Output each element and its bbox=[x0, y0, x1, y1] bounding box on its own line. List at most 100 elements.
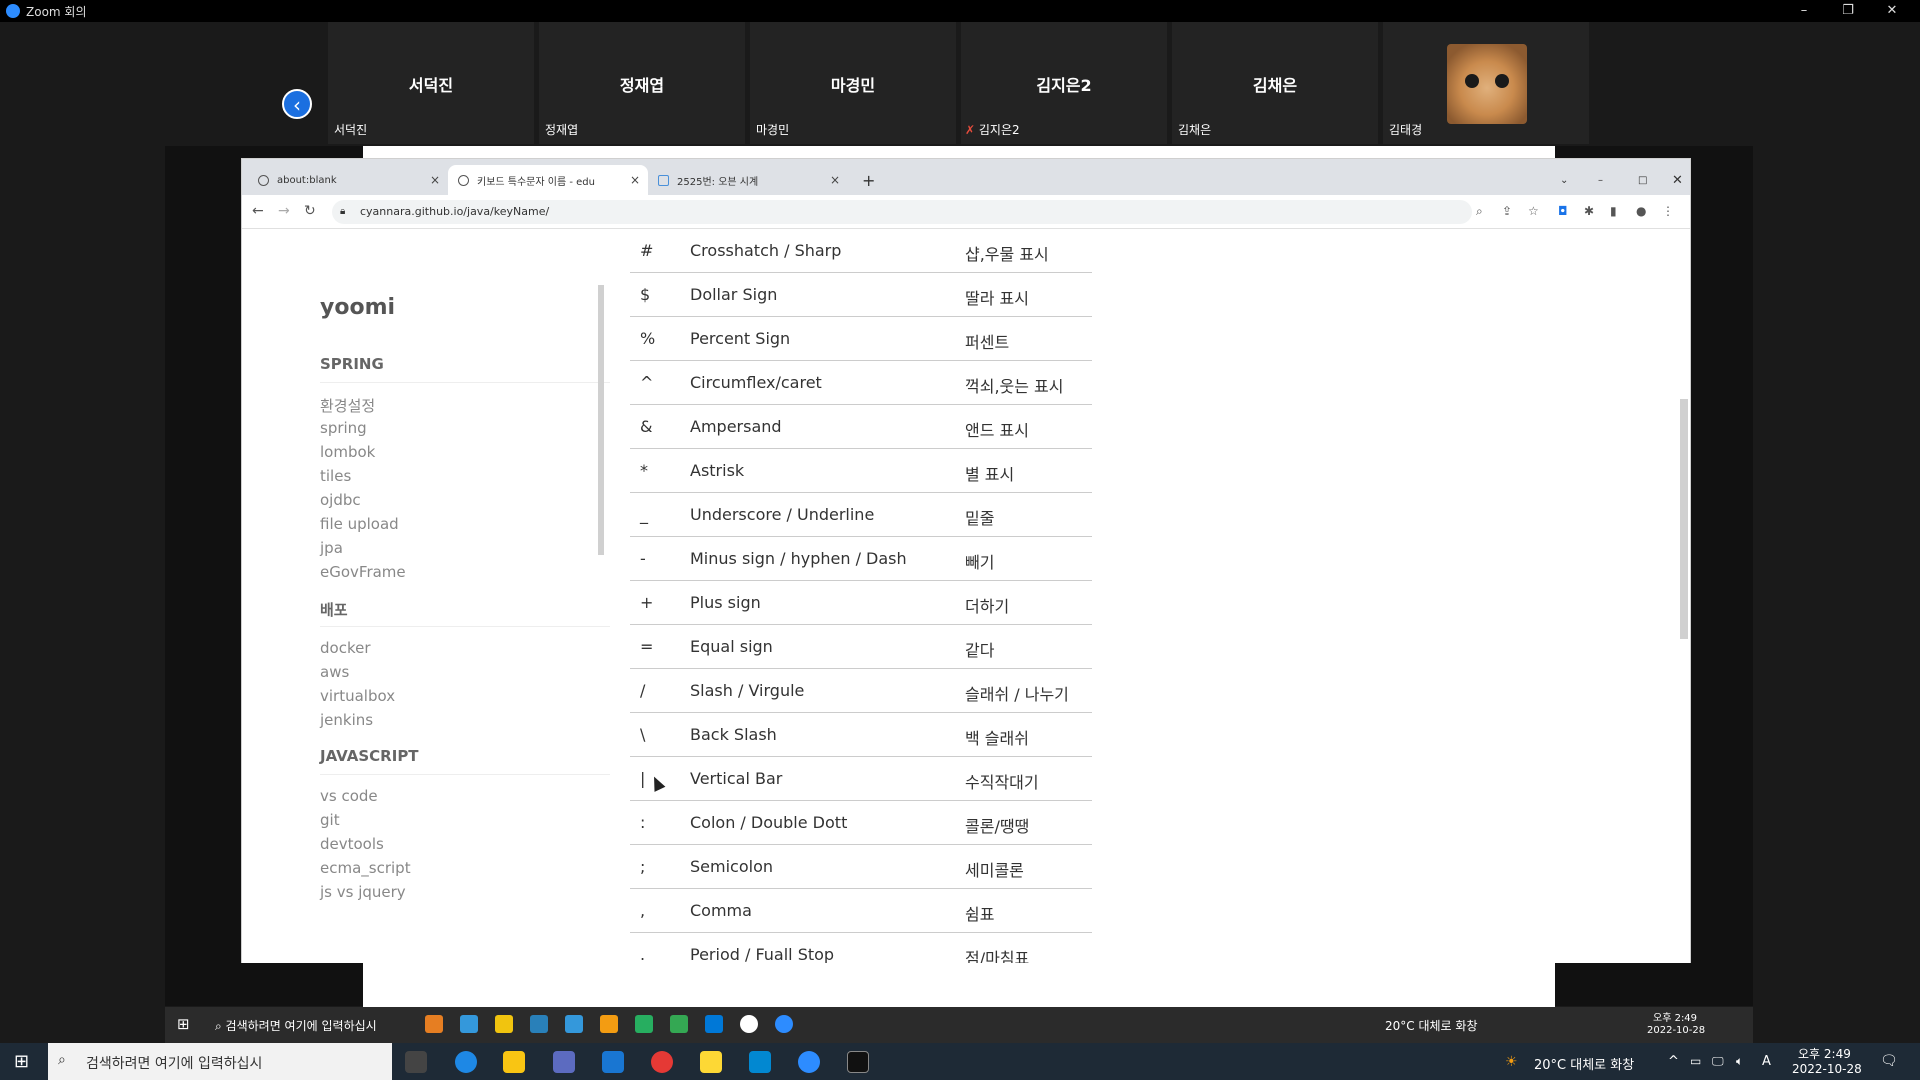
sidebar-scrollbar[interactable] bbox=[596, 275, 606, 915]
sidebar-link[interactable]: git bbox=[320, 811, 340, 829]
vscode-icon[interactable] bbox=[749, 1051, 771, 1073]
share-icon[interactable]: ⇪ bbox=[1502, 204, 1512, 218]
sidebar-link[interactable]: tiles bbox=[320, 467, 351, 485]
sidebar-link[interactable]: docker bbox=[320, 639, 371, 657]
forward-arrow-icon[interactable]: → bbox=[278, 203, 290, 219]
cell-ko: 별 표시 bbox=[965, 465, 1015, 484]
edge-icon[interactable] bbox=[455, 1051, 477, 1073]
store-icon[interactable] bbox=[553, 1051, 575, 1073]
tray-chevron-icon[interactable]: ^ bbox=[1668, 1054, 1679, 1069]
browser-minimize-button[interactable]: – bbox=[1588, 165, 1612, 195]
file-explorer-icon[interactable] bbox=[503, 1051, 525, 1073]
participant-tile[interactable]: 마경민 마경민 bbox=[750, 22, 956, 144]
table-row: = Equal sign 같다 bbox=[630, 625, 1092, 669]
minimize-button[interactable]: – bbox=[1784, 0, 1824, 22]
scroll-thumb[interactable] bbox=[1680, 399, 1688, 639]
scroll-thumb[interactable] bbox=[598, 285, 604, 555]
sidebar-link[interactable]: ecma_script bbox=[320, 859, 411, 877]
participant-tile[interactable]: 김채은 김채은 bbox=[1172, 22, 1378, 144]
close-button[interactable]: ✕ bbox=[1872, 0, 1912, 22]
app-icon bbox=[425, 1015, 443, 1033]
task-view-icon[interactable] bbox=[405, 1051, 427, 1073]
taskbar-search-box[interactable]: ⌕ 검색하려면 여기에 입력하십시 bbox=[48, 1043, 392, 1080]
back-arrow-icon[interactable]: ← bbox=[252, 203, 264, 219]
tab-label: 2525번: 오븐 시계 bbox=[677, 176, 759, 188]
tab-keyname[interactable]: 키보드 특수문자 이름 - edu × bbox=[448, 165, 648, 195]
sidebar-link[interactable]: eGovFrame bbox=[320, 563, 406, 581]
zoom-titlebar: Zoom 회의 – ❐ ✕ bbox=[0, 0, 1920, 22]
cell-en: Minus sign / hyphen / Dash bbox=[690, 549, 907, 568]
extension-icon[interactable]: ◘ bbox=[1558, 204, 1568, 218]
ime-indicator[interactable]: A bbox=[1762, 1054, 1771, 1069]
cell-en: Slash / Virgule bbox=[690, 681, 805, 700]
taskbar-time[interactable]: 오후 2:49 bbox=[1798, 1045, 1851, 1062]
chrome-icon[interactable] bbox=[651, 1051, 673, 1073]
terminal-icon[interactable] bbox=[847, 1051, 869, 1073]
gallery-prev-button[interactable]: ‹ bbox=[282, 89, 312, 119]
participant-tile[interactable]: 김태경 bbox=[1383, 22, 1589, 144]
tray-battery-icon[interactable]: ▭ bbox=[1690, 1054, 1701, 1068]
cell-en: Vertical Bar bbox=[690, 769, 783, 788]
sidebar-link[interactable]: jpa bbox=[320, 539, 343, 557]
restore-button[interactable]: ❐ bbox=[1828, 0, 1868, 22]
taskbar-date[interactable]: 2022-10-28 bbox=[1792, 1062, 1862, 1076]
tray-volume-icon[interactable]: 🔈︎ bbox=[1736, 1054, 1743, 1069]
cell-sym: & bbox=[640, 417, 653, 436]
sidepanel-icon[interactable]: ▮ bbox=[1610, 204, 1617, 218]
reload-icon[interactable]: ↻ bbox=[304, 203, 316, 219]
sidebar-link[interactable]: vs code bbox=[320, 787, 378, 805]
app-icon bbox=[740, 1015, 758, 1033]
tab-close-icon[interactable]: × bbox=[830, 173, 840, 187]
puzzle-icon[interactable]: ✱ bbox=[1584, 204, 1594, 218]
profile-icon[interactable]: ● bbox=[1636, 204, 1646, 218]
tab-close-icon[interactable]: × bbox=[430, 173, 440, 187]
new-tab-button[interactable]: + bbox=[852, 165, 882, 195]
windows-start-button[interactable]: ⊞ bbox=[14, 1051, 29, 1072]
sidebar-link[interactable]: lombok bbox=[320, 443, 375, 461]
tab-search-icon[interactable]: ⌄ bbox=[1550, 165, 1574, 195]
app-icon bbox=[565, 1015, 583, 1033]
participant-label: 김채은 bbox=[1178, 123, 1212, 137]
shared-background bbox=[363, 963, 1555, 1007]
page-content: yoomi SPRING 환경설정 spring lombok tiles oj… bbox=[242, 229, 1690, 963]
sidebar-link[interactable]: 환경설정 bbox=[320, 395, 375, 416]
url-field[interactable]: 🔒︎ cyannara.github.io/java/keyName/ bbox=[332, 200, 1472, 224]
sidebar-link[interactable]: js vs jquery bbox=[320, 883, 406, 901]
notification-icon[interactable]: 🗨︎ bbox=[1880, 1053, 1898, 1069]
tab-close-icon[interactable]: × bbox=[630, 173, 640, 187]
browser-maximize-button[interactable]: □ bbox=[1628, 165, 1652, 195]
participant-name-large: 김채은 bbox=[1252, 76, 1298, 95]
zoom-icon[interactable]: ⌕ bbox=[1476, 204, 1483, 219]
page-scrollbar[interactable] bbox=[1678, 229, 1690, 963]
sidebar-link[interactable]: virtualbox bbox=[320, 687, 395, 705]
shared-search-label: 검색하려면 여기에 입력하십시 bbox=[225, 1019, 377, 1033]
sticky-notes-icon[interactable] bbox=[700, 1051, 722, 1073]
participant-tile[interactable]: 정재엽 정재엽 bbox=[539, 22, 745, 144]
site-brand[interactable]: yoomi bbox=[320, 295, 395, 320]
app-icon bbox=[530, 1015, 548, 1033]
taskbar-search-placeholder: 검색하려면 여기에 입력하십시 bbox=[86, 1056, 263, 1072]
participant-tile[interactable]: 김지은2 ✗ 김지은2 bbox=[961, 22, 1167, 144]
sidebar-link[interactable]: devtools bbox=[320, 835, 384, 853]
bookmark-star-icon[interactable]: ☆ bbox=[1528, 204, 1539, 218]
sidebar-link[interactable]: spring bbox=[320, 419, 367, 437]
sidebar-link[interactable]: jenkins bbox=[320, 711, 373, 729]
cell-ko: 꺽쇠,웃는 표시 bbox=[965, 377, 1064, 396]
shared-background bbox=[363, 146, 1555, 158]
tray-network-icon[interactable]: 🖵︎ bbox=[1712, 1054, 1724, 1069]
cell-en: Period / Fuall Stop bbox=[690, 945, 835, 963]
taskbar-weather[interactable]: 20°C 대체로 화창 bbox=[1534, 1054, 1634, 1073]
mail-icon[interactable] bbox=[602, 1051, 624, 1073]
zoom-app-icon[interactable] bbox=[798, 1051, 820, 1073]
cell-en: Crosshatch / Sharp bbox=[690, 241, 842, 260]
participant-name-large: 정재엽 bbox=[619, 76, 665, 95]
sidebar-link[interactable]: ojdbc bbox=[320, 491, 361, 509]
browser-close-button[interactable]: ✕ bbox=[1662, 165, 1686, 195]
participant-tile[interactable]: 서덕진 서덕진 bbox=[328, 22, 534, 144]
section-title-deploy: 배포 bbox=[320, 601, 348, 619]
sidebar-link[interactable]: file upload bbox=[320, 515, 399, 533]
tab-oven-clock[interactable]: 2525번: 오븐 시계 × bbox=[648, 165, 848, 195]
menu-dots-icon[interactable]: ⋮ bbox=[1662, 204, 1674, 218]
sidebar-link[interactable]: aws bbox=[320, 663, 349, 681]
tab-about-blank[interactable]: about:blank × bbox=[248, 165, 448, 195]
